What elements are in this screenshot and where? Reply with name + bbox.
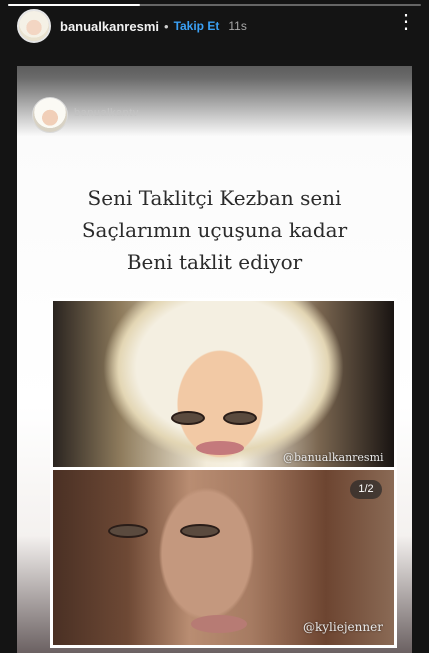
shared-post-avatar <box>32 97 68 133</box>
post-caption: Seni Taklitçi Kezban seni Saçlarımın uçu… <box>17 182 412 278</box>
photo-collage: @banualkanresmi 1/2 @kyliejenner <box>50 298 397 648</box>
caption-line: Beni taklit ediyor <box>126 250 303 274</box>
post-time: 11s <box>228 19 247 33</box>
story-content: banualkantv Seni Taklitçi Kezban seni Sa… <box>17 66 412 653</box>
caption-line: Seni Taklitçi Kezban seni <box>87 186 342 210</box>
watermark-bottom: @kyliejenner <box>303 620 383 634</box>
carousel-counter: 1/2 <box>350 480 382 499</box>
follow-button[interactable]: Takip Et <box>174 19 220 33</box>
caption-line: Saçlarımın uçuşuna kadar <box>81 218 348 242</box>
photo-bottom: 1/2 @kyliejenner <box>53 470 394 645</box>
username[interactable]: banualkanresmi <box>60 19 159 34</box>
story-progress-bar <box>8 4 421 6</box>
photo-top: @banualkanresmi <box>53 301 394 467</box>
story-header: banualkanresmi • Takip Et 11s ⋮ <box>0 8 429 44</box>
more-dots-icon[interactable]: ⋮ <box>396 12 416 32</box>
shared-post-username: banualkantv <box>74 107 139 119</box>
avatar[interactable] <box>17 9 51 43</box>
watermark-top: @banualkanresmi <box>283 451 384 464</box>
story-progress-fill <box>8 4 141 6</box>
separator-dot: • <box>164 18 169 34</box>
